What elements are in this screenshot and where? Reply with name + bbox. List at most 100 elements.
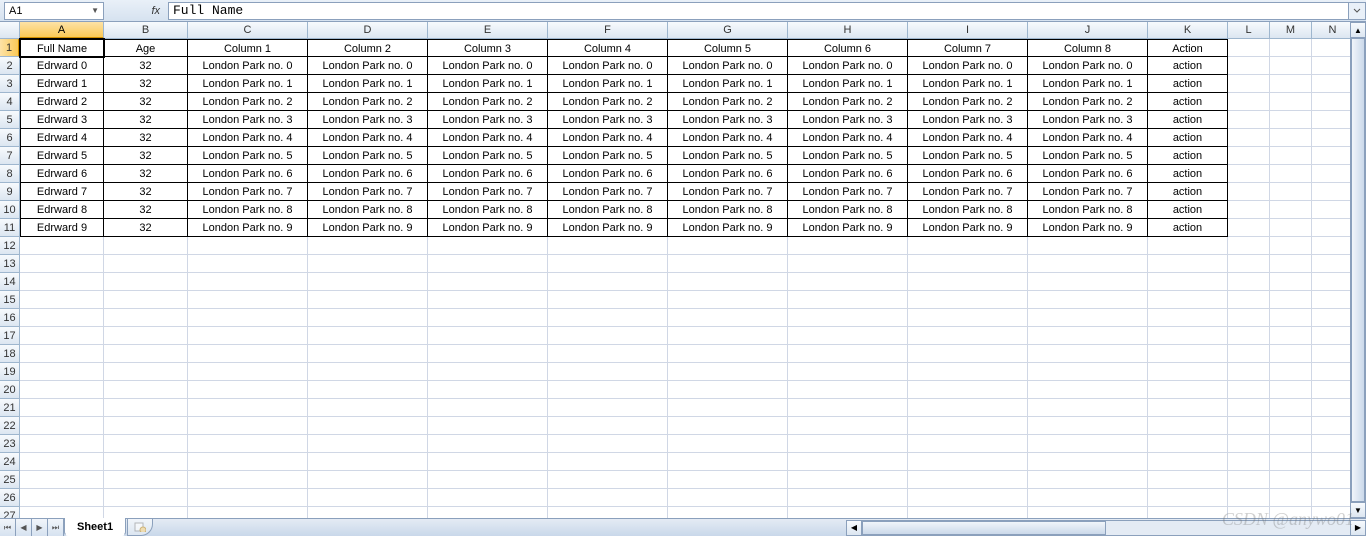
- cell-N21[interactable]: [1312, 399, 1354, 417]
- cell-N11[interactable]: [1312, 219, 1354, 237]
- cell-F13[interactable]: [548, 255, 668, 273]
- cell-C26[interactable]: [188, 489, 308, 507]
- cell-N12[interactable]: [1312, 237, 1354, 255]
- cell-H10[interactable]: London Park no. 8: [788, 201, 908, 219]
- cell-C20[interactable]: [188, 381, 308, 399]
- cell-F16[interactable]: [548, 309, 668, 327]
- cell-D3[interactable]: London Park no. 1: [308, 75, 428, 93]
- row-header-15[interactable]: 15: [0, 291, 20, 309]
- cell-B22[interactable]: [104, 417, 188, 435]
- cell-L18[interactable]: [1228, 345, 1270, 363]
- cell-G14[interactable]: [668, 273, 788, 291]
- cell-N26[interactable]: [1312, 489, 1354, 507]
- tab-nav-next[interactable]: ▶: [32, 519, 48, 536]
- cell-G6[interactable]: London Park no. 4: [668, 129, 788, 147]
- row-header-13[interactable]: 13: [0, 255, 20, 273]
- cell-H1[interactable]: Column 6: [788, 39, 908, 57]
- cell-F24[interactable]: [548, 453, 668, 471]
- cell-N24[interactable]: [1312, 453, 1354, 471]
- cell-H19[interactable]: [788, 363, 908, 381]
- cell-H15[interactable]: [788, 291, 908, 309]
- cell-I25[interactable]: [908, 471, 1028, 489]
- cell-J26[interactable]: [1028, 489, 1148, 507]
- cell-G12[interactable]: [668, 237, 788, 255]
- cell-M27[interactable]: [1270, 507, 1312, 518]
- cell-L13[interactable]: [1228, 255, 1270, 273]
- cell-E9[interactable]: London Park no. 7: [428, 183, 548, 201]
- cell-E16[interactable]: [428, 309, 548, 327]
- cell-B16[interactable]: [104, 309, 188, 327]
- row-header-10[interactable]: 10: [0, 201, 20, 219]
- cell-F10[interactable]: London Park no. 8: [548, 201, 668, 219]
- cell-D5[interactable]: London Park no. 3: [308, 111, 428, 129]
- cell-D21[interactable]: [308, 399, 428, 417]
- cell-N14[interactable]: [1312, 273, 1354, 291]
- cell-L3[interactable]: [1228, 75, 1270, 93]
- column-header-E[interactable]: E: [428, 22, 548, 39]
- cell-C22[interactable]: [188, 417, 308, 435]
- cell-M10[interactable]: [1270, 201, 1312, 219]
- cell-I6[interactable]: London Park no. 4: [908, 129, 1028, 147]
- cell-B18[interactable]: [104, 345, 188, 363]
- cell-D13[interactable]: [308, 255, 428, 273]
- cell-A5[interactable]: Edrward 3: [20, 111, 104, 129]
- cell-G5[interactable]: London Park no. 3: [668, 111, 788, 129]
- cell-I7[interactable]: London Park no. 5: [908, 147, 1028, 165]
- cell-H8[interactable]: London Park no. 6: [788, 165, 908, 183]
- cell-A8[interactable]: Edrward 6: [20, 165, 104, 183]
- cell-C25[interactable]: [188, 471, 308, 489]
- select-all-corner[interactable]: [0, 22, 20, 39]
- cell-L20[interactable]: [1228, 381, 1270, 399]
- cell-I5[interactable]: London Park no. 3: [908, 111, 1028, 129]
- cell-J25[interactable]: [1028, 471, 1148, 489]
- cell-K3[interactable]: action: [1148, 75, 1228, 93]
- cell-K26[interactable]: [1148, 489, 1228, 507]
- cell-D19[interactable]: [308, 363, 428, 381]
- cell-C9[interactable]: London Park no. 7: [188, 183, 308, 201]
- cell-E4[interactable]: London Park no. 2: [428, 93, 548, 111]
- cell-G15[interactable]: [668, 291, 788, 309]
- cell-M24[interactable]: [1270, 453, 1312, 471]
- formula-expand-button[interactable]: [1348, 2, 1366, 20]
- cell-A9[interactable]: Edrward 7: [20, 183, 104, 201]
- cell-B27[interactable]: [104, 507, 188, 518]
- cell-A15[interactable]: [20, 291, 104, 309]
- cell-K14[interactable]: [1148, 273, 1228, 291]
- cell-E19[interactable]: [428, 363, 548, 381]
- cell-B9[interactable]: 32: [104, 183, 188, 201]
- cell-F25[interactable]: [548, 471, 668, 489]
- cell-M12[interactable]: [1270, 237, 1312, 255]
- cell-L11[interactable]: [1228, 219, 1270, 237]
- row-header-22[interactable]: 22: [0, 417, 20, 435]
- cell-J3[interactable]: London Park no. 1: [1028, 75, 1148, 93]
- cell-J16[interactable]: [1028, 309, 1148, 327]
- horizontal-scrollbar[interactable]: ◀ ▶: [846, 519, 1366, 536]
- cell-E20[interactable]: [428, 381, 548, 399]
- cell-A23[interactable]: [20, 435, 104, 453]
- cell-M15[interactable]: [1270, 291, 1312, 309]
- cell-B24[interactable]: [104, 453, 188, 471]
- cell-E22[interactable]: [428, 417, 548, 435]
- cell-A13[interactable]: [20, 255, 104, 273]
- cell-B3[interactable]: 32: [104, 75, 188, 93]
- cell-J18[interactable]: [1028, 345, 1148, 363]
- cell-D10[interactable]: London Park no. 8: [308, 201, 428, 219]
- cell-E2[interactable]: London Park no. 0: [428, 57, 548, 75]
- cell-G17[interactable]: [668, 327, 788, 345]
- row-header-11[interactable]: 11: [0, 219, 20, 237]
- cell-I3[interactable]: London Park no. 1: [908, 75, 1028, 93]
- cell-L5[interactable]: [1228, 111, 1270, 129]
- row-header-21[interactable]: 21: [0, 399, 20, 417]
- cell-F27[interactable]: [548, 507, 668, 518]
- row-header-20[interactable]: 20: [0, 381, 20, 399]
- insert-function-button[interactable]: fx: [108, 5, 168, 17]
- cell-J1[interactable]: Column 8: [1028, 39, 1148, 57]
- column-header-D[interactable]: D: [308, 22, 428, 39]
- cell-A19[interactable]: [20, 363, 104, 381]
- cell-E8[interactable]: London Park no. 6: [428, 165, 548, 183]
- cell-D25[interactable]: [308, 471, 428, 489]
- cell-F22[interactable]: [548, 417, 668, 435]
- cell-A14[interactable]: [20, 273, 104, 291]
- cell-I15[interactable]: [908, 291, 1028, 309]
- row-header-8[interactable]: 8: [0, 165, 20, 183]
